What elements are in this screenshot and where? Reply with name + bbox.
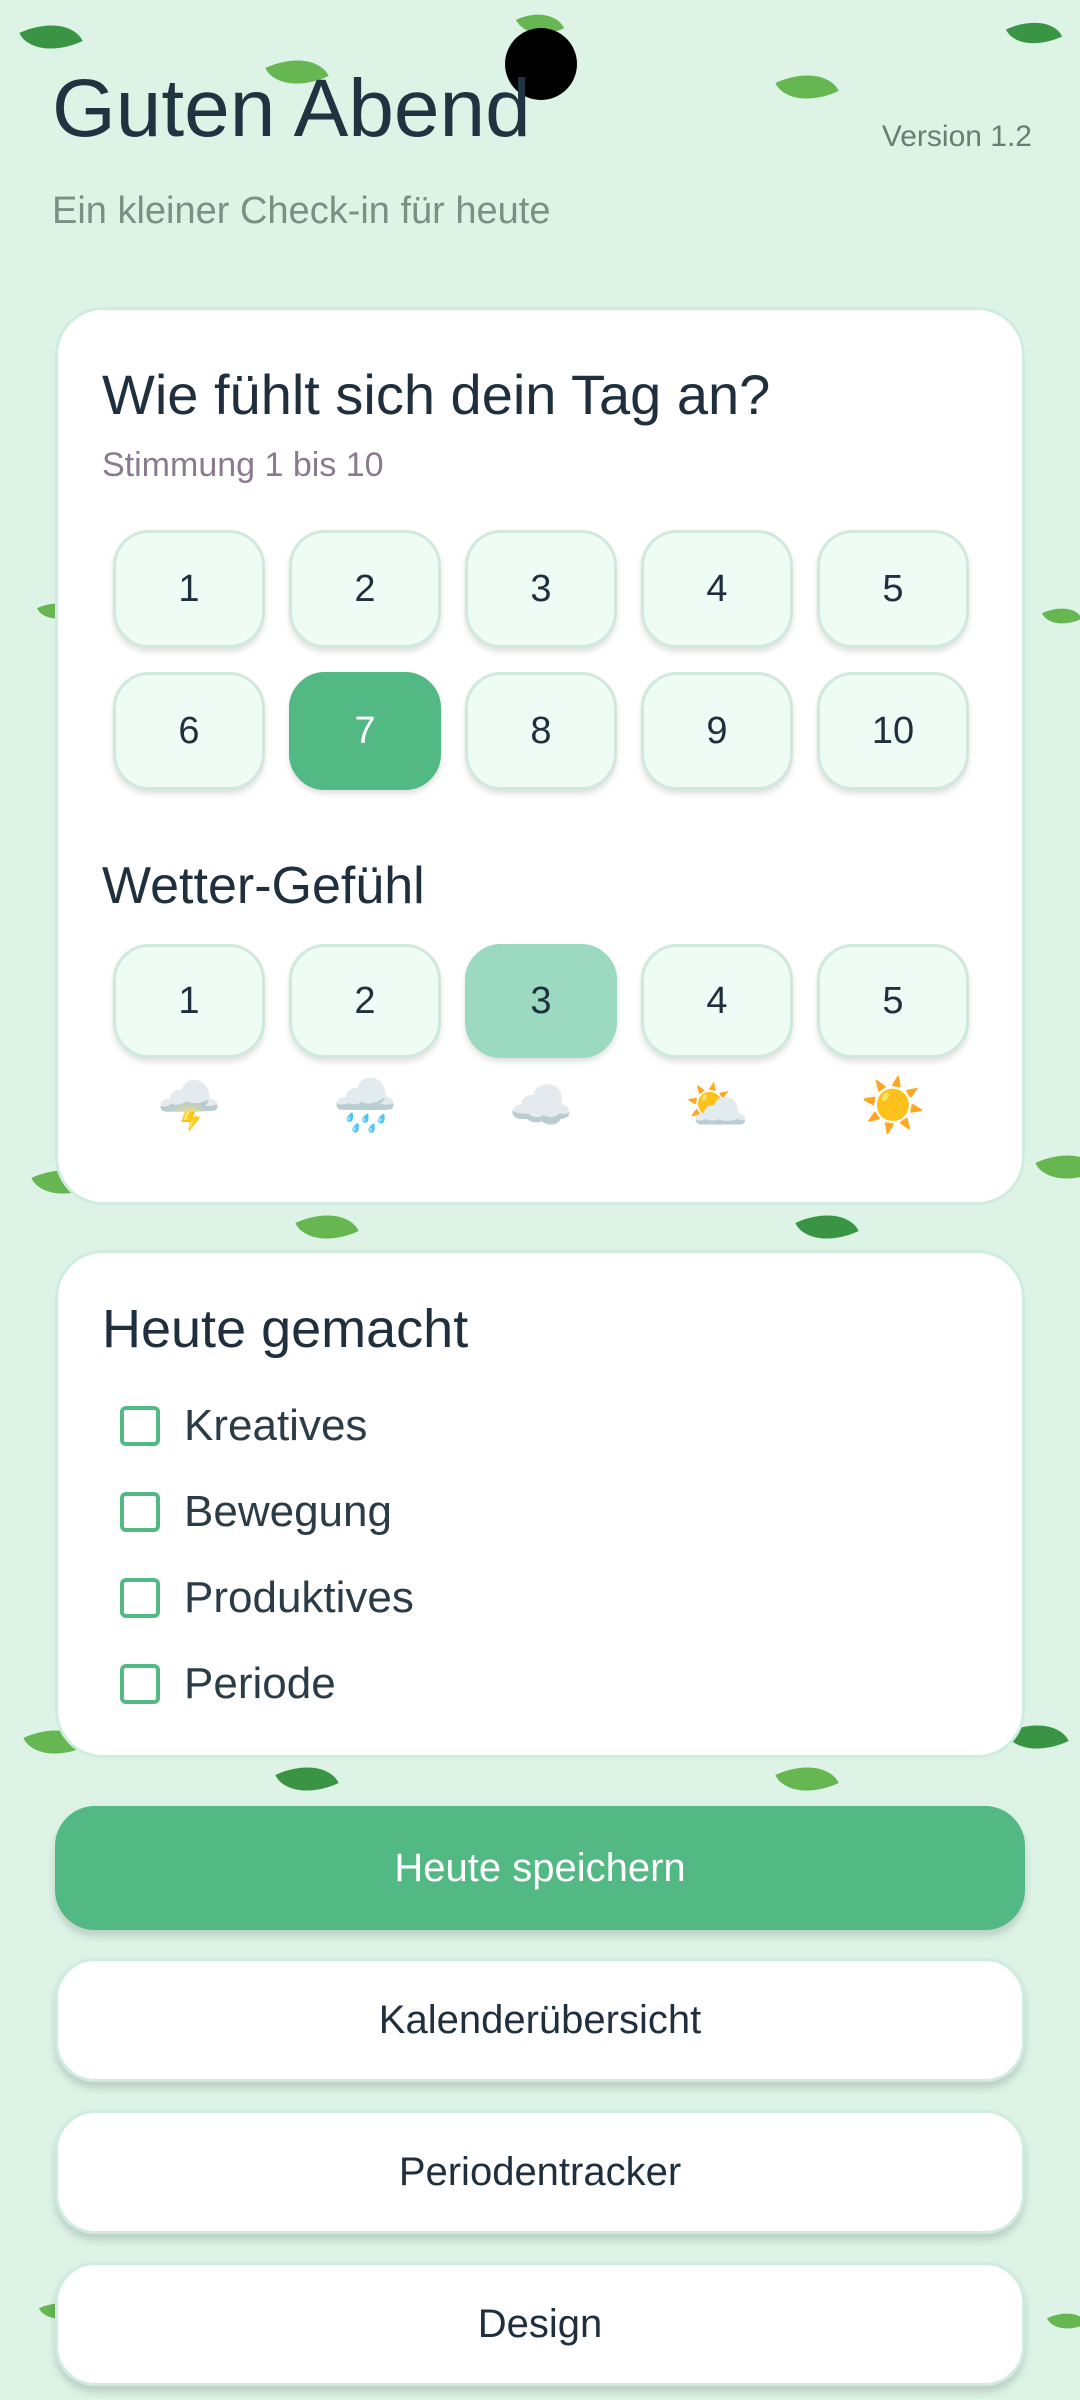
leaf-decoration — [1035, 1140, 1080, 1194]
partly-sunny-icon: ⛅ — [684, 1076, 750, 1135]
rain-icon: 🌧️ — [332, 1076, 398, 1135]
weather-button-5[interactable]: 5 — [817, 944, 969, 1058]
leaf-decoration — [295, 1200, 359, 1254]
save-today-button[interactable]: Heute speichern — [55, 1806, 1025, 1930]
leaf-decoration — [1005, 9, 1063, 57]
period-tracker-button[interactable]: Periodentracker — [55, 2110, 1025, 2234]
mood-button-8[interactable]: 8 — [465, 672, 617, 790]
page-subtitle: Ein kleiner Check-in für heute — [52, 190, 551, 232]
leaf-decoration — [19, 10, 83, 64]
mood-hint: Stimmung 1 bis 10 — [102, 446, 384, 484]
mood-button-5[interactable]: 5 — [817, 530, 969, 648]
mood-row-1: 1 2 3 4 5 — [113, 530, 969, 648]
weather-button-4[interactable]: 4 — [641, 944, 793, 1058]
leaf-decoration — [775, 1752, 839, 1806]
mood-button-4[interactable]: 4 — [641, 530, 793, 648]
header: Guten Abend Version 1.2 Ein kleiner Chec… — [52, 68, 1032, 233]
weather-icons: 🌩️ 🌧️ ☁️ ⛅ ☀️ — [113, 1070, 969, 1140]
mood-row-2: 6 7 8 9 10 — [113, 672, 969, 790]
mood-button-10[interactable]: 10 — [817, 672, 969, 790]
checkbox[interactable] — [120, 1664, 160, 1704]
weather-row: 1 2 3 4 5 — [113, 944, 969, 1058]
leaf-decoration — [1046, 2303, 1080, 2339]
mood-button-2[interactable]: 2 — [289, 530, 441, 648]
mood-button-3[interactable]: 3 — [465, 530, 617, 648]
mood-title: Wie fühlt sich dein Tag an? — [102, 363, 771, 426]
leaf-decoration — [795, 1200, 859, 1254]
check-label: Periode — [184, 1659, 336, 1708]
design-button[interactable]: Design — [55, 2262, 1025, 2386]
check-label: Bewegung — [184, 1487, 392, 1536]
check-item-bewegung[interactable]: Bewegung — [120, 1469, 414, 1555]
check-label: Kreatives — [184, 1401, 368, 1450]
cloud-icon: ☁️ — [508, 1076, 574, 1135]
mood-card: Wie fühlt sich dein Tag an? Stimmung 1 b… — [55, 307, 1025, 1205]
checkbox[interactable] — [120, 1578, 160, 1618]
weather-button-2[interactable]: 2 — [289, 944, 441, 1058]
check-item-kreatives[interactable]: Kreatives — [120, 1383, 414, 1469]
leaf-decoration — [1041, 598, 1080, 634]
weather-title: Wetter-Gefühl — [102, 857, 425, 915]
calendar-overview-button[interactable]: Kalenderübersicht — [55, 1958, 1025, 2082]
version-label: Version 1.2 — [881, 120, 1032, 153]
checkbox[interactable] — [120, 1492, 160, 1532]
mood-button-7[interactable]: 7 — [289, 672, 441, 790]
leaf-decoration — [275, 1752, 339, 1806]
weather-button-1[interactable]: 1 — [113, 944, 265, 1058]
thunderstorm-icon: 🌩️ — [156, 1076, 222, 1135]
check-label: Produktives — [184, 1573, 414, 1622]
done-checklist: Kreatives Bewegung Produktives Periode — [120, 1383, 414, 1727]
check-item-produktives[interactable]: Produktives — [120, 1555, 414, 1641]
sun-icon: ☀️ — [860, 1076, 926, 1135]
check-item-periode[interactable]: Periode — [120, 1641, 414, 1727]
mood-button-6[interactable]: 6 — [113, 672, 265, 790]
checkbox[interactable] — [120, 1406, 160, 1446]
mood-button-9[interactable]: 9 — [641, 672, 793, 790]
weather-button-3[interactable]: 3 — [465, 944, 617, 1058]
mood-button-1[interactable]: 1 — [113, 530, 265, 648]
done-card: Heute gemacht Kreatives Bewegung Produkt… — [55, 1250, 1025, 1758]
done-title: Heute gemacht — [102, 1299, 469, 1359]
